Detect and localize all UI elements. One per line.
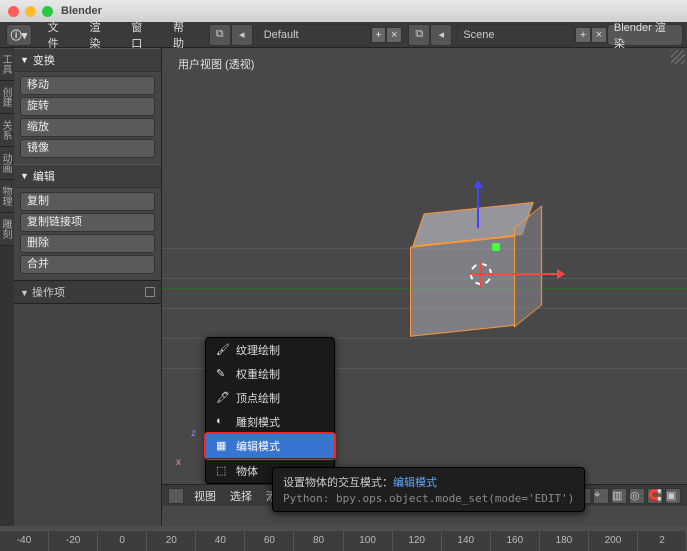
tab-tools[interactable]: 工具	[0, 48, 14, 81]
scene-delete-icon[interactable]: ×	[591, 27, 607, 43]
panel-edit-header[interactable]: ▼ 编辑	[14, 164, 161, 188]
snap-icon[interactable]: 🧲	[647, 488, 663, 504]
screen-browse-icon[interactable]: ⧉	[209, 24, 231, 46]
menu-file[interactable]: 文件	[38, 22, 80, 47]
editor-type-icon[interactable]: ⓘ▾	[6, 24, 32, 46]
tick: 120	[393, 531, 442, 551]
layers-icon[interactable]: ▥	[611, 488, 627, 504]
menu-select[interactable]: 选择	[226, 488, 256, 504]
mode-item-texture-paint[interactable]: 🖌纹理绘制	[206, 338, 334, 362]
tab-animation[interactable]: 动画	[0, 147, 14, 180]
tab-relations[interactable]: 关系	[0, 114, 14, 147]
disclosure-icon: ▼	[20, 288, 29, 298]
region-splitter-icon[interactable]	[671, 50, 685, 64]
scene-prev-icon[interactable]: ◂	[430, 24, 452, 46]
viewport-label: 用户视图 (透视)	[178, 56, 254, 72]
tick: -40	[0, 531, 49, 551]
panel-operator-header[interactable]: ▼ 操作项	[14, 280, 161, 304]
tooltip-mode: 编辑模式	[393, 477, 437, 489]
screen-layout-field[interactable]: Default	[257, 24, 371, 46]
btn-delete[interactable]: 删除	[20, 234, 155, 253]
tick: 40	[196, 531, 245, 551]
scene-prevnext: ⧉ ◂	[408, 24, 452, 46]
disclosure-icon: ▼	[20, 55, 29, 65]
panel-edit-title: 编辑	[33, 168, 55, 184]
scene-browse-icon[interactable]: ⧉	[408, 24, 430, 46]
menu-view[interactable]: 视图	[190, 488, 220, 504]
mode-item-weight-paint[interactable]: ✎权重绘制	[206, 362, 334, 386]
tick: 80	[294, 531, 343, 551]
3d-viewport[interactable]: 用户视图 (透视) z y x 🖌纹理绘制 ✎权重绘制 🖊顶点绘制 ◐雕刻模式 …	[162, 48, 687, 526]
scene-field[interactable]: Scene	[456, 24, 575, 46]
tick: 0	[98, 531, 147, 551]
btn-rotate[interactable]: 旋转	[20, 97, 155, 116]
tooltip-text: 设置物体的交互模式：	[283, 477, 393, 489]
btn-mirror[interactable]: 镜像	[20, 139, 155, 158]
editor-type-3dview-icon[interactable]	[168, 488, 184, 504]
timeline-ruler[interactable]: -40 -20 0 20 40 60 80 100 120 140 160 18…	[0, 531, 687, 551]
orientation-icon[interactable]: ⌖	[593, 488, 609, 504]
mode-item-sculpt[interactable]: ◐雕刻模式	[206, 410, 334, 434]
render-engine-dropdown[interactable]: Blender 渲染	[607, 24, 683, 46]
texture-paint-icon: 🖌	[216, 343, 230, 357]
tick: 20	[147, 531, 196, 551]
toolshelf: ▼ 变换 移动 旋转 缩放 镜像 ▼ 编辑 复制 复制链接项 删除 合并 ▼ 操作项	[14, 48, 162, 526]
mode-item-edit[interactable]: ▦编辑模式	[206, 434, 334, 458]
minimize-dot[interactable]	[25, 6, 36, 17]
panel-transform-title: 变换	[33, 52, 55, 68]
tick: 200	[589, 531, 638, 551]
tick: -20	[49, 531, 98, 551]
panel-operator-title: 操作项	[32, 287, 65, 299]
mode-item-vertex-paint[interactable]: 🖊顶点绘制	[206, 386, 334, 410]
screen-prev-icon[interactable]: ◂	[231, 24, 253, 46]
btn-duplicate[interactable]: 复制	[20, 192, 155, 211]
layout-prevnext: ⧉ ◂	[209, 24, 253, 46]
btn-translate[interactable]: 移动	[20, 76, 155, 95]
close-dot[interactable]	[8, 6, 19, 17]
render-preview-icon[interactable]: ▣	[665, 488, 681, 504]
menu-help[interactable]: 帮助	[163, 22, 205, 47]
toolshelf-tabs: 工具 创建 关系 动画 物理 雕刻	[0, 48, 14, 526]
manipulator-z-axis[interactable]	[477, 183, 479, 228]
menu-window[interactable]: 窗口	[121, 22, 163, 47]
weight-paint-icon: ✎	[216, 367, 230, 381]
disclosure-icon: ▼	[20, 171, 29, 181]
mode-select-popup: 🖌纹理绘制 ✎权重绘制 🖊顶点绘制 ◐雕刻模式 ▦编辑模式 ⬚物体	[205, 337, 335, 484]
panel-transform-header[interactable]: ▼ 变换	[14, 48, 161, 72]
window-controls	[8, 6, 53, 17]
btn-duplicate-linked[interactable]: 复制链接项	[20, 213, 155, 232]
tick: 2	[638, 531, 687, 551]
tooltip: 设置物体的交互模式：编辑模式 Python: bpy.ops.object.mo…	[272, 467, 585, 512]
3d-cursor-icon[interactable]	[470, 263, 492, 285]
tick: 180	[540, 531, 589, 551]
screen-delete-icon[interactable]: ×	[386, 27, 402, 43]
pin-icon[interactable]	[145, 287, 155, 297]
edit-mode-icon: ▦	[216, 439, 230, 453]
manipulator-y-axis[interactable]	[492, 243, 500, 251]
tooltip-python: Python: bpy.ops.object.mode_set(mode='ED…	[283, 492, 574, 505]
object-mode-icon: ⬚	[216, 464, 230, 478]
axis-z-label: z	[191, 428, 196, 439]
vertex-paint-icon: 🖊	[216, 391, 230, 405]
tab-greasepencil[interactable]: 雕刻	[0, 213, 14, 246]
tick: 100	[344, 531, 393, 551]
maximize-dot[interactable]	[42, 6, 53, 17]
sculpt-icon: ◐	[216, 415, 230, 429]
highlight-annotation: ▦编辑模式	[204, 432, 336, 460]
info-header: ⓘ▾ 文件 渲染 窗口 帮助 ⧉ ◂ Default + × ⧉ ◂ Scene…	[0, 22, 687, 48]
scene-add-icon[interactable]: +	[575, 27, 591, 43]
tab-physics[interactable]: 物理	[0, 180, 14, 213]
tick: 160	[491, 531, 540, 551]
tab-create[interactable]: 创建	[0, 81, 14, 114]
btn-scale[interactable]: 缩放	[20, 118, 155, 137]
axis-x-label: x	[176, 457, 181, 468]
app-title: Blender	[61, 5, 102, 17]
tick: 140	[442, 531, 491, 551]
tick: 60	[245, 531, 294, 551]
screen-add-icon[interactable]: +	[371, 27, 387, 43]
btn-join[interactable]: 合并	[20, 255, 155, 274]
menu-render[interactable]: 渲染	[79, 22, 121, 47]
proportional-icon[interactable]: ◎	[629, 488, 645, 504]
